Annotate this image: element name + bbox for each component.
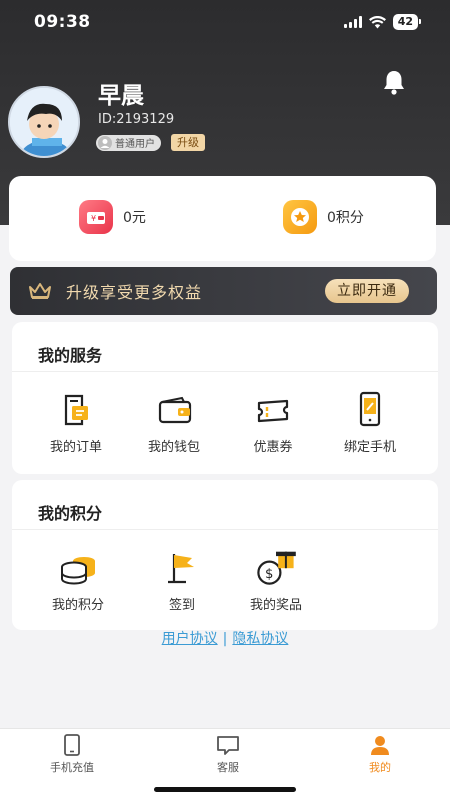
crown-icon: [29, 283, 51, 299]
wallet-icon: [158, 396, 192, 424]
service-coupons[interactable]: 优惠券: [253, 390, 293, 455]
service-label: 优惠券: [253, 440, 293, 455]
tab-label: 手机充值: [50, 761, 94, 774]
service-label: 我的钱包: [148, 440, 201, 455]
service-my-orders[interactable]: 我的订单: [50, 390, 102, 455]
wifi-icon: [368, 15, 386, 28]
checkin-flag-icon: [168, 554, 194, 584]
member-level-badge: 普通用户: [96, 134, 161, 151]
tab-phone-recharge[interactable]: 手机充值: [50, 733, 94, 775]
tab-customer-service[interactable]: 客服: [216, 733, 240, 775]
section-divider: [12, 529, 438, 530]
avatar[interactable]: [8, 86, 80, 158]
vip-promo-text: 升级享受更多权益: [66, 283, 203, 302]
link-separator: |: [222, 631, 228, 647]
phone-bind-icon: [359, 391, 381, 427]
user-agreement-link[interactable]: 用户协议: [162, 631, 218, 647]
balance-points[interactable]: 0积分: [283, 200, 364, 234]
battery-indicator: 42: [392, 14, 422, 30]
home-indicator[interactable]: [154, 787, 296, 792]
status-time: 09:38: [34, 12, 91, 32]
service-label: 绑定手机: [344, 440, 397, 455]
user-icon: [371, 736, 389, 755]
chat-icon: [217, 736, 239, 755]
balance-money[interactable]: ¥ 0元: [79, 200, 146, 234]
service-bind-phone[interactable]: 绑定手机: [344, 390, 396, 455]
points-label: 签到: [168, 598, 195, 613]
user-id: ID:2193129: [98, 112, 175, 127]
points-label: 我的奖品: [250, 598, 303, 613]
signal-icon: [343, 16, 362, 28]
points-section-title: 我的积分: [38, 504, 103, 523]
coupon-icon: [257, 399, 289, 423]
tab-label: 我的: [369, 761, 391, 774]
privacy-policy-link[interactable]: 隐私协议: [232, 631, 288, 647]
service-my-wallet[interactable]: 我的钱包: [148, 390, 200, 455]
points-balance: 0积分: [327, 210, 364, 226]
points-balance-icon: [283, 200, 317, 234]
section-divider: [12, 371, 438, 372]
upgrade-badge[interactable]: 升级: [171, 134, 205, 151]
status-bar: 09:38 42: [0, 0, 450, 44]
coins-icon: [61, 557, 95, 585]
order-icon: [64, 394, 88, 426]
points-checkin[interactable]: 签到: [162, 548, 202, 613]
tab-label: 客服: [217, 761, 239, 774]
points-label: 我的积分: [52, 598, 105, 613]
balance-card: ¥ 0元 0积分: [9, 176, 436, 261]
tab-mine[interactable]: 我的: [368, 733, 392, 775]
money-balance: 0元: [123, 210, 146, 226]
prize-gift-icon: $: [257, 551, 296, 585]
vip-open-button[interactable]: 立即开通: [325, 279, 409, 303]
service-label: 我的订单: [50, 440, 103, 455]
svg-text:$: $: [265, 567, 273, 582]
services-title: 我的服务: [38, 346, 103, 365]
services-section: 我的服务 我的订单 我的钱包 优惠券 绑定手机: [12, 322, 438, 474]
status-indicators: 42: [343, 14, 422, 30]
points-my-prizes[interactable]: $ 我的奖品: [250, 544, 302, 613]
member-level-label: 普通用户: [115, 139, 155, 150]
phone-icon: [64, 734, 80, 756]
user-name: 早晨: [98, 83, 144, 109]
svg-text:¥: ¥: [91, 214, 96, 223]
wallet-balance-icon: ¥: [79, 200, 113, 234]
user-badges: 普通用户 升级: [96, 134, 205, 151]
agreement-links: 用户协议 | 隐私协议: [0, 628, 450, 648]
vip-banner[interactable]: 升级享受更多权益 立即开通: [10, 267, 437, 315]
points-my-points[interactable]: 我的积分: [52, 548, 104, 613]
points-section: 我的积分 我的积分 签到 $ 我的奖品: [12, 480, 438, 630]
member-user-icon: [98, 135, 112, 150]
bell-icon[interactable]: [380, 68, 408, 96]
